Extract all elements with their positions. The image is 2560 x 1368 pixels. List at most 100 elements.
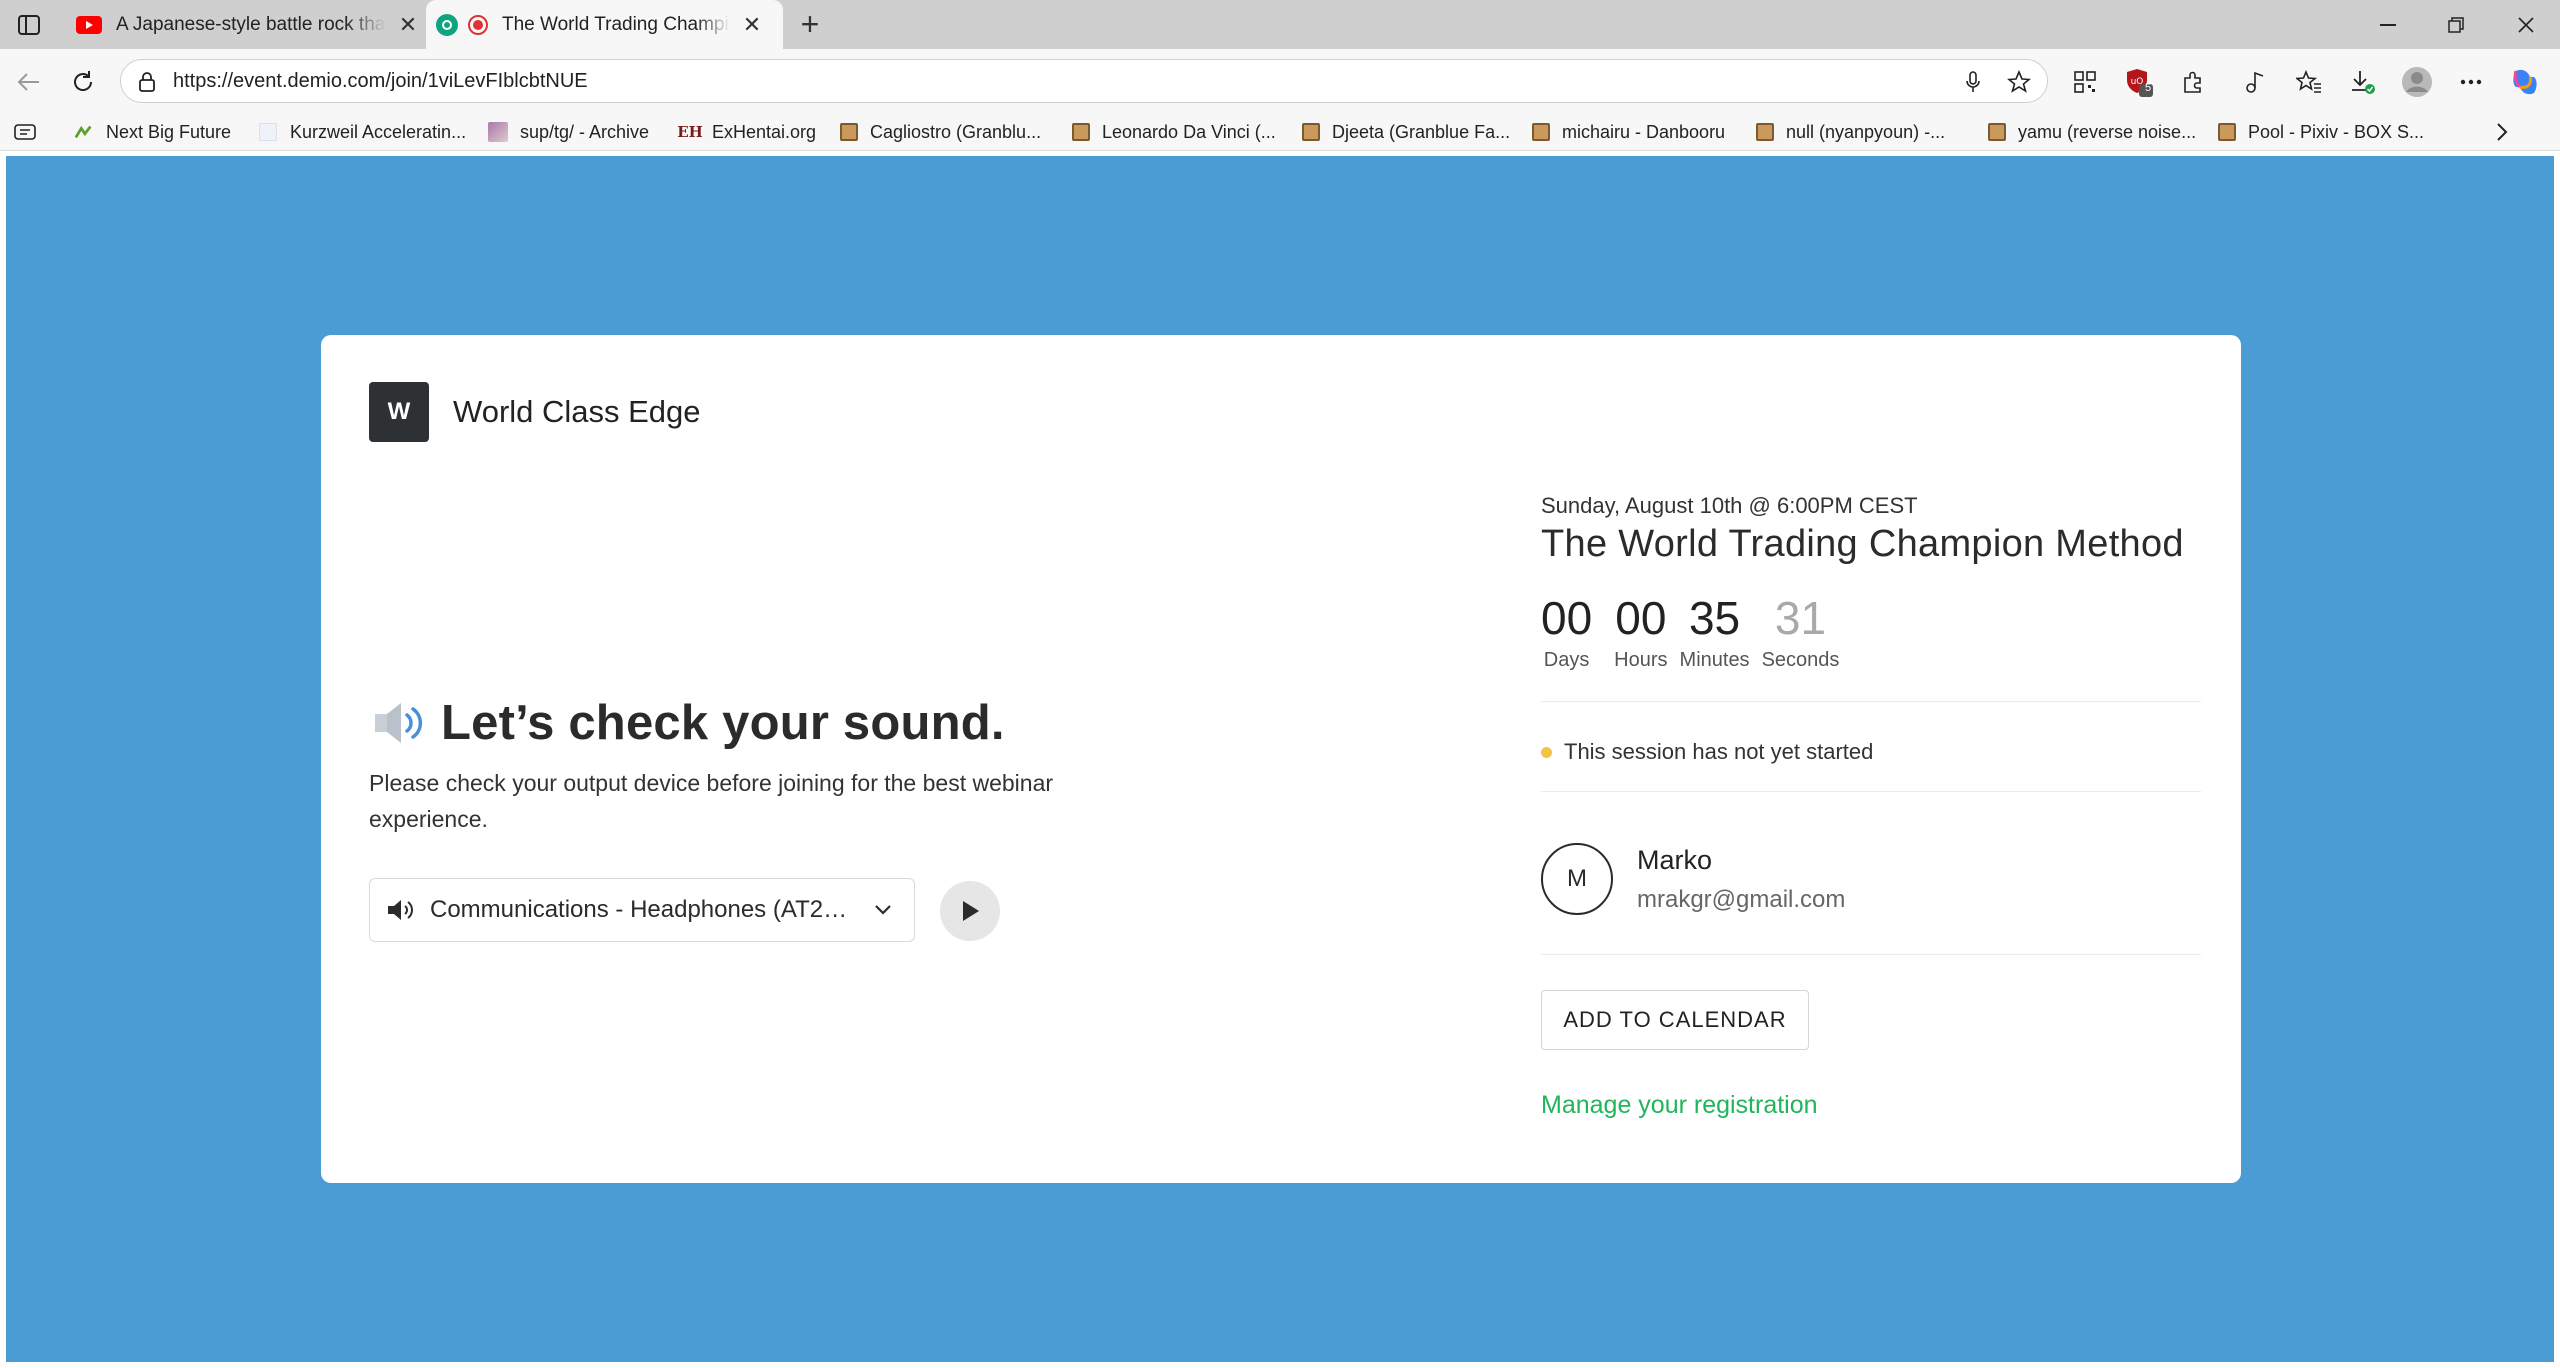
bookmark-label: null (nyanpyoun) -... — [1786, 121, 1946, 142]
bookmark-item[interactable]: Djeeta (Granblue Fa... — [1302, 119, 1510, 145]
speaker-icon — [375, 703, 423, 743]
bookmark-label: yamu (reverse noise... — [2018, 121, 2197, 142]
profile-avatar-icon[interactable] — [2400, 65, 2434, 99]
bookmark-item[interactable]: yamu (reverse noise... — [1988, 119, 2196, 145]
bookmark-item[interactable]: EH ExHentai.org — [677, 119, 817, 145]
copilot-icon[interactable] — [2508, 65, 2542, 99]
nbf-favicon — [74, 122, 94, 142]
sound-check-section: Let’s check your sound. Please check you… — [369, 695, 1169, 837]
brand-header: W World Class Edge — [369, 382, 701, 442]
microphone-icon[interactable] — [1959, 68, 1987, 96]
session-status: This session has not yet started — [1541, 739, 1873, 765]
folder-icon — [2218, 123, 2236, 141]
output-device-select[interactable]: Communications - Headphones (AT2020USB-X… — [369, 878, 915, 942]
address-bar[interactable]: https://event.demio.com/join/1viLevFIblc… — [120, 59, 2048, 103]
bookmark-label: Cagliostro (Granblu... — [870, 121, 1042, 142]
chevron-down-icon — [875, 905, 891, 915]
qr-code-icon[interactable] — [2068, 65, 2102, 99]
divider — [1541, 701, 2201, 702]
countdown-label: Seconds — [1761, 649, 1840, 671]
tab-actions-icon[interactable] — [14, 10, 44, 40]
bookmark-item[interactable]: Cagliostro (Granblu... — [840, 119, 1041, 145]
favorites-icon[interactable] — [2292, 65, 2326, 99]
countdown-label: Minutes — [1679, 649, 1750, 671]
media-control-icon[interactable] — [2238, 65, 2272, 99]
countdown-value: 31 — [1774, 592, 1827, 644]
countdown-value: 00 — [1541, 592, 1593, 644]
favorite-star-icon[interactable] — [2005, 68, 2033, 96]
bookmark-label: Leonardo Da Vinci (... — [1102, 121, 1276, 142]
tab-strip: A Japanese-style battle rock that s ✕ Th… — [0, 0, 2560, 49]
manage-registration-link[interactable]: Manage your registration — [1541, 1091, 1818, 1120]
browser-toolbar: https://event.demio.com/join/1viLevFIblc… — [0, 49, 2560, 113]
youtube-icon — [76, 15, 102, 34]
bookmark-item[interactable]: Pool - Pixiv - BOX S... — [2218, 119, 2424, 145]
tab-title: The World Trading Champion Method — [502, 13, 730, 35]
bookmark-label: ExHentai.org — [712, 121, 817, 142]
page-favicon — [258, 122, 278, 142]
bookmark-label: Pool - Pixiv - BOX S... — [2248, 121, 2425, 142]
sound-check-title: Let’s check your sound. — [441, 696, 1005, 750]
close-window-icon[interactable] — [2502, 8, 2550, 42]
bookmark-label: michairu - Danbooru — [1562, 121, 1726, 142]
refresh-icon[interactable] — [66, 65, 100, 99]
join-card: W World Class Edge Let’s check your soun… — [321, 335, 2241, 1183]
reading-list-icon[interactable] — [14, 119, 38, 145]
close-tab-icon[interactable]: ✕ — [738, 11, 766, 39]
bookmark-item[interactable]: Next Big Future — [74, 119, 231, 145]
bookmark-item[interactable]: Kurzweil Acceleratin... — [258, 119, 466, 145]
bookmark-label: Kurzweil Acceleratin... — [290, 121, 467, 142]
registrant-name: Marko — [1637, 844, 1713, 875]
bookmark-item[interactable]: null (nyanpyoun) -... — [1756, 119, 1945, 145]
bookmark-item[interactable]: sup/tg/ - Archive — [488, 119, 649, 145]
avatar: M — [1541, 843, 1613, 915]
selected-device-label: Communications - Headphones (AT2020USB-X… — [430, 896, 860, 923]
extensions-puzzle-icon[interactable] — [2176, 65, 2210, 99]
countdown-minutes: 35 Minutes — [1680, 593, 1750, 672]
bookmark-item[interactable]: michairu - Danbooru — [1532, 119, 1725, 145]
downloads-icon[interactable] — [2346, 65, 2380, 99]
tab-active-event[interactable]: The World Trading Champion Method ✕ — [426, 0, 783, 49]
bookmark-label: Next Big Future — [106, 121, 232, 142]
session-status-text: This session has not yet started — [1564, 739, 1874, 764]
site-info-icon[interactable] — [133, 68, 161, 96]
divider — [1541, 791, 2201, 792]
eh-favicon: EH — [677, 123, 703, 141]
status-dot — [1541, 746, 1552, 758]
webinar-page: W World Class Edge Let’s check your soun… — [6, 156, 2554, 1362]
bookmark-item[interactable]: Leonardo Da Vinci (... — [1072, 119, 1276, 145]
tab-youtube[interactable]: A Japanese-style battle rock that s ✕ — [60, 0, 423, 49]
bookmark-label: Djeeta (Granblue Fa... — [1332, 121, 1511, 142]
folder-icon — [1988, 123, 2006, 141]
add-to-calendar-button[interactable]: ADD TO CALENDAR — [1541, 990, 1809, 1050]
countdown-value: 35 — [1688, 592, 1741, 644]
minimize-icon[interactable] — [2364, 8, 2412, 42]
countdown-label: Days — [1543, 649, 1590, 671]
extension-badge: 5 — [2144, 82, 2152, 94]
more-options-icon[interactable] — [2454, 65, 2488, 99]
restore-icon[interactable] — [2432, 8, 2480, 42]
event-title: The World Trading Champion Method — [1541, 523, 2184, 565]
registrant-info: M Marko mrakgr@gmail.com — [1541, 843, 1845, 915]
url-text: https://event.demio.com/join/1viLevFIblc… — [173, 70, 588, 92]
event-date: Sunday, August 10th @ 6:00PM CEST — [1541, 493, 1918, 518]
countdown-value: 00 — [1615, 592, 1667, 644]
more-bookmarks-chevron-icon[interactable] — [2496, 119, 2508, 145]
close-tab-icon[interactable]: ✕ — [394, 11, 422, 39]
sound-check-description: Please check your output device before j… — [369, 770, 1054, 832]
new-tab-button[interactable]: + — [794, 8, 826, 41]
folder-icon — [1756, 123, 1774, 141]
tab-title: A Japanese-style battle rock that s — [116, 13, 386, 35]
back-icon[interactable] — [12, 65, 46, 99]
play-test-sound-button[interactable] — [940, 881, 1000, 941]
registrant-email: mrakgr@gmail.com — [1637, 885, 1846, 913]
bookmark-label: sup/tg/ - Archive — [520, 121, 650, 142]
ublock-icon[interactable]: uO 5 — [2122, 65, 2156, 99]
brand-logo: W — [369, 382, 429, 442]
countdown-label: Hours — [1614, 649, 1668, 671]
countdown-hours: 00 Hours — [1614, 593, 1667, 672]
play-icon — [963, 901, 979, 921]
folder-icon — [1302, 123, 1320, 141]
volume-icon — [388, 900, 413, 920]
extension-icon — [436, 13, 458, 36]
